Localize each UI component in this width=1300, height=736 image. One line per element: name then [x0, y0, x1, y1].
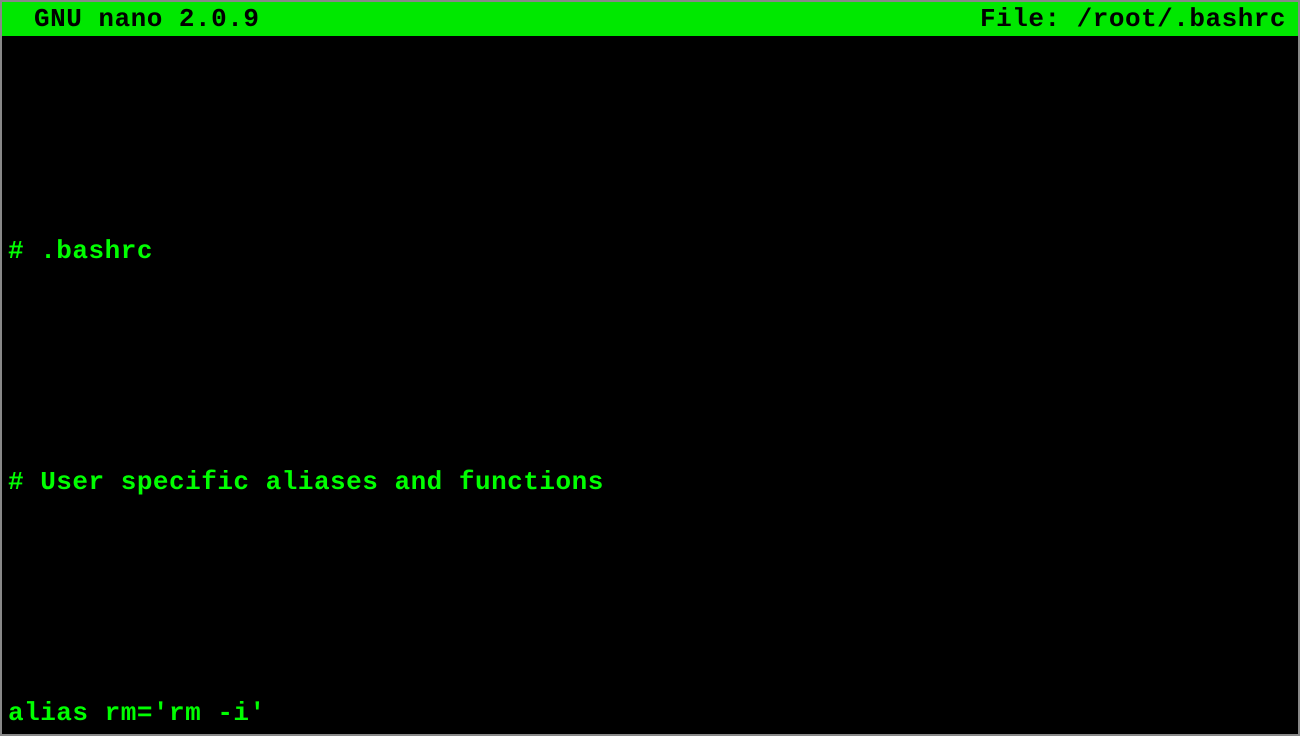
nano-editor-window: GNU nano 2.0.9 File: /root/.bashrc # .ba…: [0, 0, 1300, 736]
editor-line: [8, 117, 1292, 155]
file-path: File: /root/.bashrc: [980, 4, 1290, 34]
nano-titlebar: GNU nano 2.0.9 File: /root/.bashrc: [2, 2, 1298, 36]
editor-area[interactable]: # .bashrc # User specific aliases and fu…: [2, 36, 1298, 734]
editor-line: # User specific aliases and functions: [8, 463, 1292, 501]
app-title: GNU nano 2.0.9: [10, 4, 259, 34]
editor-line: [8, 579, 1292, 617]
editor-line: # .bashrc: [8, 232, 1292, 270]
editor-line: alias rm='rm -i': [8, 694, 1292, 732]
editor-line: [8, 348, 1292, 386]
